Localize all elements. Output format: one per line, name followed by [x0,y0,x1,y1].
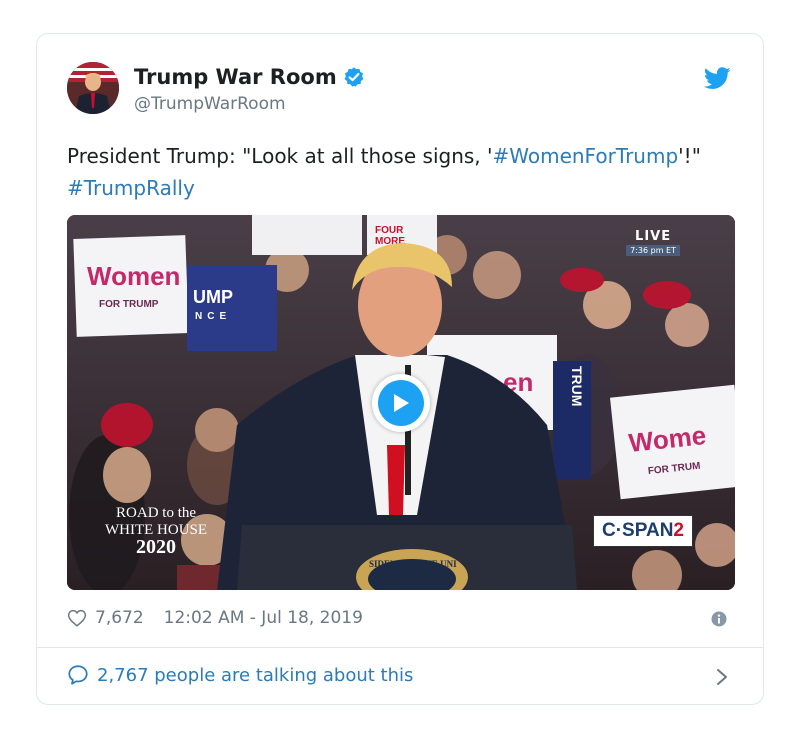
play-icon [378,380,424,426]
cspan-number: 2 [673,520,684,541]
road-line-1: ROAD to the [116,505,197,521]
sign-four-text: FOUR [375,225,404,236]
tweet-text-middle: '!" [678,144,701,168]
twitter-bird-icon[interactable] [704,67,731,90]
conversation-link[interactable]: 2,767 people are talking about this [67,664,413,686]
sign-trum-text: TRUM [569,366,585,406]
avatar-image [67,62,119,114]
author-handle[interactable]: @TrumpWarRoom [134,94,286,114]
divider [37,647,763,648]
like-count[interactable]: 7,672 [95,608,144,628]
video-player[interactable]: Women FOR TRUMP UMP NCE FOUR MORE en TRU… [67,215,735,590]
author-display-name[interactable]: Trump War Room [134,65,337,89]
hashtag-trump-rally[interactable]: #TrumpRally [67,176,195,200]
road-year: 2020 [136,536,177,558]
tweet-text-prefix: President Trump: "Look at all those sign… [67,144,493,168]
author-name-row[interactable]: Trump War Room [134,65,365,89]
talking-count-text[interactable]: 2,767 people are talking about this [97,665,413,686]
sign-ump-text: UMP [193,287,233,307]
sign-women-text: Women [87,261,180,291]
cspan-prefix: C·SPAN [601,520,674,541]
chevron-right-icon[interactable] [715,667,729,687]
tweet-timestamp[interactable]: 12:02 AM - Jul 18, 2019 [164,608,363,628]
cspan-logo: C·SPAN 2 [593,515,693,547]
road-to-white-house-logo: ROAD to the WHITE HOUSE 2020 [105,505,207,558]
verified-badge-icon [344,67,364,87]
play-button[interactable] [372,374,430,432]
tweet-text: President Trump: "Look at all those sign… [67,140,727,204]
heart-icon[interactable] [67,609,87,627]
hashtag-women-for-trump[interactable]: #WomenForTrump [493,144,679,168]
tweet-card: Trump War Room @TrumpWarRoom President T… [36,33,764,705]
info-icon[interactable] [711,611,727,627]
seal-text: SIDENT OF THE UNI [369,559,457,569]
live-time: 7:36 pm ET [626,245,680,256]
live-indicator: LIVE 7:36 pm ET [626,229,680,256]
sign-nce-text: NCE [195,311,231,322]
tweet-meta-row: 7,672 12:02 AM - Jul 18, 2019 [67,608,363,628]
speech-bubble-icon [68,665,88,685]
live-label: LIVE [635,229,672,244]
sign-for-trump-text: FOR TRUMP [99,299,159,310]
avatar[interactable] [67,62,119,114]
